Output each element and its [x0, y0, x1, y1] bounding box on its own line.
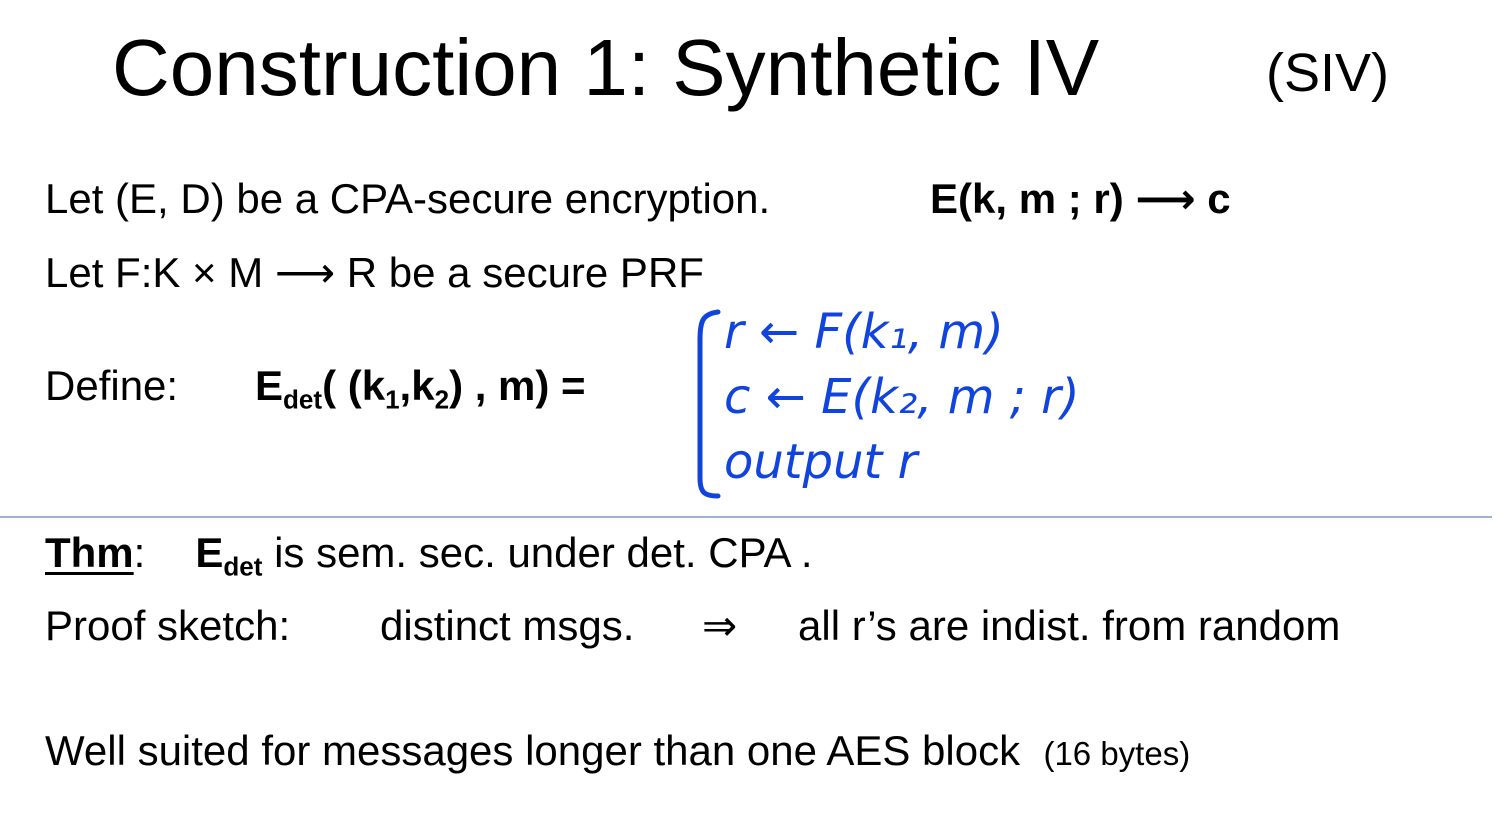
theorem-e: E	[195, 529, 224, 576]
theorem-colon: :	[133, 529, 146, 576]
theorem-label: Thm	[45, 529, 134, 576]
proof-conclusion: all r’s are indist. from random	[798, 602, 1341, 649]
handwritten-line-1: r ← F(k₁, m)	[724, 304, 1004, 360]
theorem-text: is sem. sec. under det. CPA .	[274, 529, 813, 576]
handwritten-line-3: output r	[724, 434, 921, 490]
handwritten-definition: r ← F(k₁, m) c ← E(k₂, m ; r) output r	[697, 304, 1080, 499]
handwritten-line-2: c ← E(k₂, m ; r)	[724, 369, 1080, 425]
theorem-line: Thm: Edet is sem. sec. under det. CPA .	[45, 529, 813, 580]
theorem-subscript: det	[223, 551, 263, 582]
implies-icon: ⇒	[702, 602, 738, 649]
note-main: Well suited for messages longer than one…	[45, 727, 1021, 774]
note-paren: (16 bytes)	[1043, 735, 1191, 772]
note-line: Well suited for messages longer than one…	[45, 730, 1190, 772]
section-divider	[0, 516, 1492, 518]
proof-premise: distinct msgs.	[380, 602, 635, 649]
handwritten-brace	[697, 309, 721, 499]
proof-label: Proof sketch:	[45, 602, 291, 649]
